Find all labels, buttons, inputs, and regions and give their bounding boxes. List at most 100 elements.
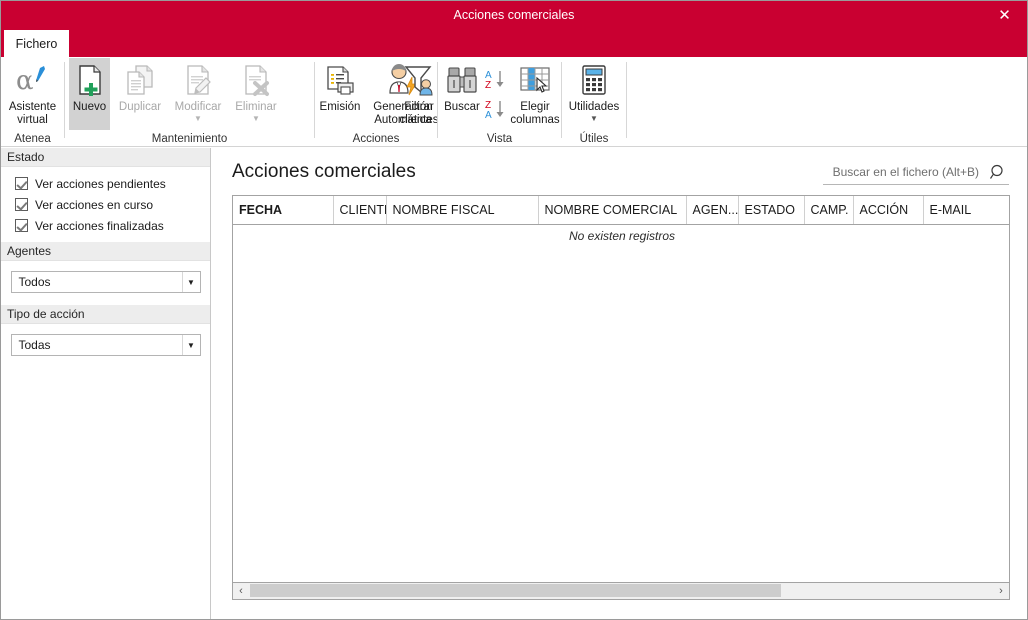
alpha-pen-icon: α — [14, 62, 52, 98]
ribbon-button-filtrar-clientes[interactable]: Filtrar clientes — [395, 58, 443, 127]
search-icon[interactable] — [989, 164, 1007, 181]
chevron-down-icon: ▼ — [252, 114, 260, 123]
checkbox-ver-acciones-en-curso[interactable]: Ver acciones en curso — [1, 194, 210, 215]
ribbon-group-label: Vista — [486, 133, 513, 145]
agentes-select-value: Todos — [18, 275, 51, 289]
chevron-down-icon[interactable]: ▼ — [181, 272, 200, 292]
window-title: Acciones comerciales — [453, 8, 575, 22]
checkbox-ver-acciones-finalizadas[interactable]: Ver acciones finalizadas — [1, 215, 210, 236]
checkbox-label: Ver acciones finalizadas — [35, 218, 164, 233]
column-header-nombre-comercial[interactable]: NOMBRE COMERCIAL — [538, 196, 687, 225]
choose-columns-icon — [518, 62, 552, 98]
ribbon-button-label: Duplicar — [118, 101, 162, 113]
checkbox-icon[interactable] — [15, 177, 28, 190]
ribbon-group-atenea: α Asistente virtual Atenea — [1, 57, 64, 147]
print-report-icon — [323, 62, 357, 98]
column-header-nombre-fiscal[interactable]: NOMBRE FISCAL — [386, 196, 539, 225]
ribbon-button-asistente-virtual[interactable]: α Asistente virtual — [2, 58, 63, 127]
records-grid: FECHA CLIENTE NOMBRE FISCAL NOMBRE COMER… — [232, 195, 1010, 583]
ribbon-button-label: Eliminar — [235, 101, 277, 113]
filters-sidebar: Estado Ver acciones pendientes Ver accio… — [1, 148, 211, 619]
scrollbar-thumb[interactable] — [250, 584, 781, 597]
ribbon-button-label: Nuevo — [72, 101, 107, 113]
column-header-agente[interactable]: AGEN... — [686, 196, 739, 225]
checkbox-ver-acciones-pendientes[interactable]: Ver acciones pendientes — [1, 173, 210, 194]
ribbon-tab-strip: Fichero — [1, 30, 1027, 57]
title-bar: Acciones comerciales ✕ — [1, 1, 1027, 30]
ribbon-group-utiles: Utilidades ▼ Útiles — [562, 57, 626, 147]
delete-document-icon — [239, 62, 273, 98]
ribbon-group-label: Útiles — [579, 133, 609, 145]
ribbon-group-mantenimiento: Nuevo Duplicar Modificar ▼ Eliminar ▼ Ma… — [65, 57, 314, 147]
ribbon-button-sort-az[interactable]: A Z — [484, 64, 510, 90]
ribbon-button-label: Filtrar clientes — [399, 101, 439, 126]
page-title: Acciones comerciales — [232, 161, 416, 182]
ribbon-group-label: Acciones — [352, 133, 400, 145]
grid-table: FECHA CLIENTE NOMBRE FISCAL NOMBRE COMER… — [233, 196, 1009, 246]
ribbon-button-label: Emisión — [319, 101, 361, 113]
grid-horizontal-scrollbar[interactable]: ‹ › — [232, 583, 1010, 600]
chevron-down-icon: ▼ — [590, 114, 598, 123]
column-header-campana[interactable]: CAMP. — [804, 196, 854, 225]
ribbon-button-label: Utilidades — [568, 101, 620, 113]
column-header-email[interactable]: E-MAIL — [923, 196, 1009, 225]
ribbon: α Asistente virtual Atenea Nuevo Duplica… — [1, 57, 1027, 147]
tipo-accion-select-value: Todas — [18, 338, 51, 352]
ribbon-button-label: Elegir columnas — [510, 101, 560, 126]
grid-empty-message: No existen registros — [568, 229, 676, 244]
grid-header: FECHA CLIENTE NOMBRE FISCAL NOMBRE COMER… — [233, 196, 1009, 225]
tab-fichero[interactable]: Fichero — [4, 30, 69, 57]
estado-checkbox-group: Ver acciones pendientes Ver acciones en … — [1, 167, 210, 242]
edit-document-icon — [181, 62, 215, 98]
ribbon-group-acciones: Emisión Generación Automática Filtrar cl… — [313, 57, 439, 147]
scroll-left-icon[interactable]: ‹ — [233, 583, 249, 598]
ribbon-button-nuevo[interactable]: Nuevo — [69, 58, 110, 130]
application-window: Acciones comerciales ✕ Fichero α Asisten… — [0, 0, 1028, 620]
calculator-icon — [579, 62, 609, 98]
sidebar-section-header-tipo-accion: Tipo de acción — [1, 305, 210, 324]
close-icon[interactable]: ✕ — [982, 1, 1027, 30]
checkbox-label: Ver acciones en curso — [35, 197, 154, 212]
grid-body: No existen registros — [233, 224, 1009, 246]
checkbox-icon[interactable] — [15, 219, 28, 232]
ribbon-button-sort-za[interactable]: Z A — [484, 94, 510, 120]
ribbon-button-label: Asistente virtual — [8, 101, 57, 126]
ribbon-button-elegir-columnas[interactable]: Elegir columnas — [510, 58, 560, 127]
chevron-down-icon: ▼ — [194, 114, 202, 123]
filter-clients-icon — [402, 62, 436, 98]
sort-z-a-icon: Z A — [484, 98, 510, 120]
ribbon-button-modificar: Modificar ▼ — [169, 58, 227, 123]
checkbox-icon[interactable] — [15, 198, 28, 211]
duplicate-document-icon — [123, 62, 157, 98]
ribbon-separator — [626, 62, 627, 138]
search-box[interactable] — [823, 161, 1009, 185]
tipo-accion-select[interactable]: Todas ▼ — [10, 334, 201, 356]
ribbon-button-label: Buscar — [444, 101, 480, 113]
column-header-cliente[interactable]: CLIENTE — [333, 196, 387, 225]
ribbon-button-eliminar: Eliminar ▼ — [229, 58, 283, 123]
column-header-accion[interactable]: ACCIÓN — [853, 196, 924, 225]
ribbon-button-duplicar: Duplicar — [113, 58, 167, 114]
svg-text:A: A — [485, 110, 492, 120]
ribbon-group-label: Mantenimiento — [151, 133, 228, 145]
ribbon-button-utilidades[interactable]: Utilidades ▼ — [562, 58, 626, 123]
binoculars-icon — [445, 62, 479, 98]
agentes-select[interactable]: Todos ▼ — [10, 271, 201, 293]
column-header-fecha[interactable]: FECHA — [233, 196, 334, 225]
search-input[interactable] — [823, 161, 983, 183]
ribbon-group-vista: Buscar A Z Z A Elegir columnas Vista — [438, 57, 561, 147]
scroll-right-icon[interactable]: › — [993, 583, 1009, 598]
svg-text:Z: Z — [485, 80, 491, 90]
column-header-estado[interactable]: ESTADO — [738, 196, 805, 225]
sidebar-section-header-agentes: Agentes — [1, 242, 210, 261]
ribbon-button-emision[interactable]: Emisión — [313, 58, 367, 114]
main-content: Acciones comerciales FECHA — [212, 148, 1027, 619]
grid-empty-row: No existen registros — [233, 224, 1009, 246]
sort-a-z-icon: A Z — [484, 68, 510, 90]
svg-text:α: α — [16, 66, 34, 96]
grid-header-row: FECHA CLIENTE NOMBRE FISCAL NOMBRE COMER… — [233, 196, 1009, 225]
sidebar-section-header-estado: Estado — [1, 148, 210, 167]
chevron-down-icon[interactable]: ▼ — [181, 335, 200, 355]
ribbon-button-label: Modificar — [174, 101, 222, 113]
ribbon-button-buscar[interactable]: Buscar — [438, 58, 486, 114]
